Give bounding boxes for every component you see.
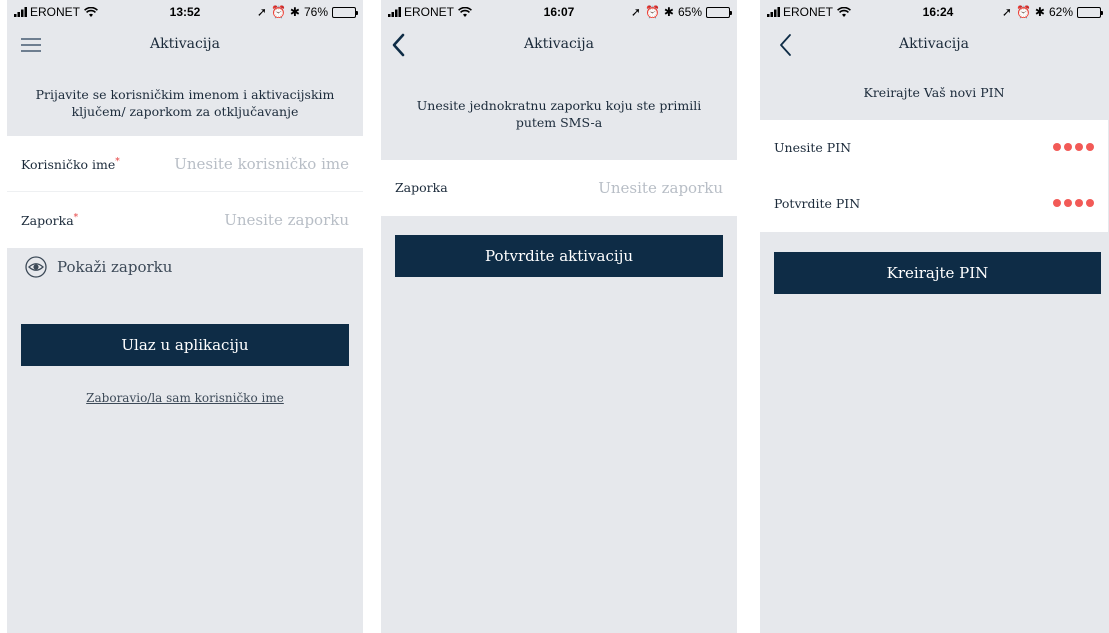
instruction-text: Unesite jednokratnu zaporku koju ste pri… [416,98,702,130]
show-password-label: Pokaži zaporku [57,258,173,276]
battery-icon [332,6,358,18]
battery-percent: 62% [1048,5,1073,19]
pin-dots [1053,199,1094,207]
status-bar: ERONET 16:07 ➚ ⏰ ✱ 65% [381,0,737,22]
forgot-username-link[interactable]: Zaboravio/la sam korisničko ime [7,391,363,405]
battery-percent: 76% [303,5,328,19]
nav-title: Aktivacija [524,36,594,52]
username-row: Korisničko ime* [7,136,363,192]
eye-icon [25,256,47,278]
enter-pin-label: Unesite PIN [774,140,852,155]
create-pin-button[interactable]: Kreirajte PIN [774,252,1101,294]
confirm-pin-label: Potvrdite PIN [774,196,861,211]
nav-title: Aktivacija [150,36,220,52]
enter-pin-row[interactable]: Unesite PIN [760,120,1108,176]
navigation-bar: Aktivacija [381,22,737,66]
navigation-bar: Aktivacija [760,22,1109,66]
bluetooth-icon: ✱ [289,5,300,19]
battery-icon [1077,6,1103,18]
otp-input[interactable] [523,174,723,202]
battery-percent: 65% [677,5,702,19]
battery-icon [706,6,732,18]
pin-dot [1075,199,1083,207]
password-label: Zaporka [21,213,74,229]
navigation-bar: Aktivacija [7,22,363,66]
bluetooth-icon: ✱ [1034,5,1045,19]
username-label: Korisničko ime [21,157,116,173]
confirm-activation-button[interactable]: Potvrdite aktivaciju [395,235,723,277]
instruction-text: Kreirajte Vaš novi PIN [863,85,1005,100]
pin-dot [1086,199,1094,207]
pin-dots [1053,143,1094,151]
pin-dot [1086,143,1094,151]
instruction-text: Prijavite se korisničkim imenom i aktiva… [35,87,335,119]
pin-dot [1075,143,1083,151]
status-bar: ERONET 16:24 ➚ ⏰ ✱ 62% [760,0,1109,22]
show-password-toggle[interactable]: Pokaži zaporku [25,256,172,278]
username-input[interactable] [149,150,349,178]
location-arrow-icon: ➚ [256,5,267,19]
screen-login: ERONET 13:52 ➚ ⏰ ✱ 76% Aktivacija Prijav… [7,0,363,633]
alarm-icon: ⏰ [270,5,286,19]
required-mark: * [73,213,79,223]
status-bar: ERONET 13:52 ➚ ⏰ ✱ 76% [7,0,363,22]
pin-dot [1053,143,1061,151]
alarm-icon: ⏰ [1015,5,1031,19]
confirm-pin-row[interactable]: Potvrdite PIN [760,176,1108,232]
required-mark: * [115,157,120,167]
pin-dot [1053,199,1061,207]
password-row: Zaporka* [7,192,363,248]
nav-title: Aktivacija [899,36,969,52]
otp-label: Zaporka [395,180,448,195]
pin-dot [1064,199,1072,207]
bluetooth-icon: ✱ [663,5,674,19]
screen-otp: ERONET 16:07 ➚ ⏰ ✱ 65% Aktivacija Unesit… [381,0,737,633]
pin-dot [1064,143,1072,151]
otp-row: Zaporka [381,160,737,216]
location-arrow-icon: ➚ [630,5,641,19]
screen-create-pin: ERONET 16:24 ➚ ⏰ ✱ 62% Aktivacija Kreira… [760,0,1109,633]
location-arrow-icon: ➚ [1001,5,1012,19]
alarm-icon: ⏰ [644,5,660,19]
password-input[interactable] [149,206,349,234]
enter-app-button[interactable]: Ulaz u aplikaciju [21,324,349,366]
